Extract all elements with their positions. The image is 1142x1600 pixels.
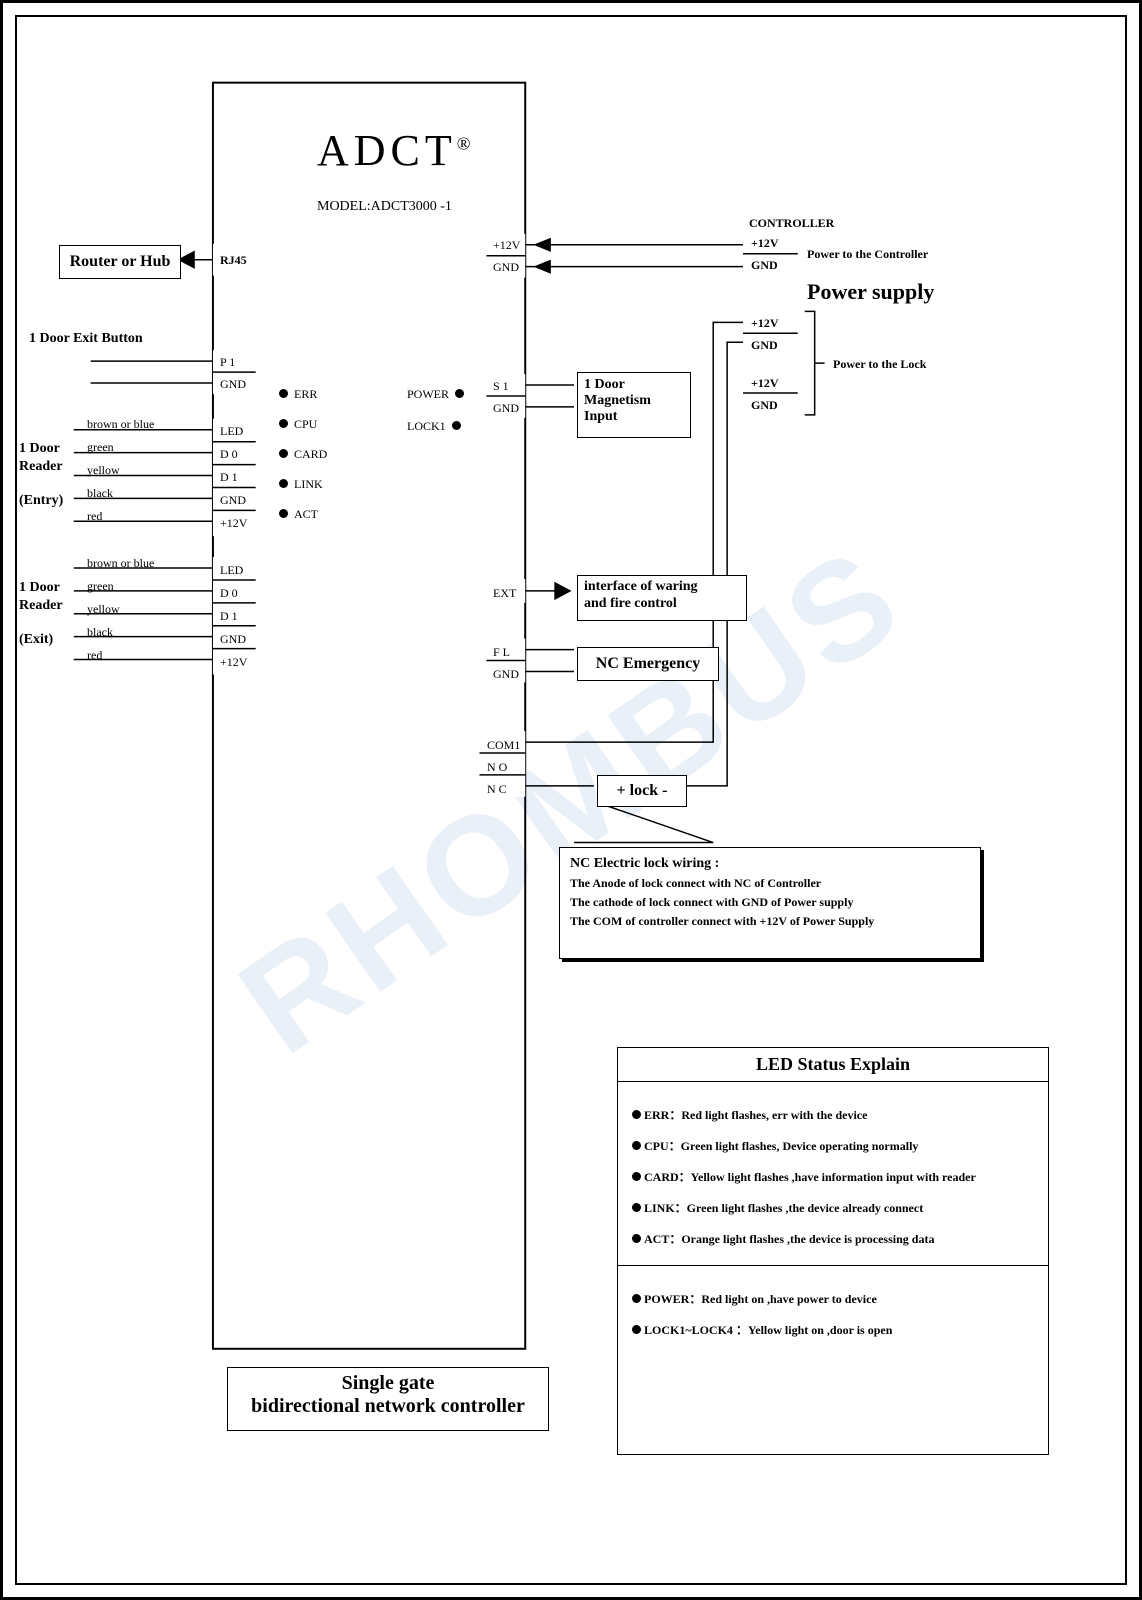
- wire-x5: red: [87, 648, 102, 663]
- rt-com1: COM1: [487, 738, 520, 753]
- wire-x2: green: [87, 579, 114, 594]
- reader-exit-l1: 1 Door: [19, 580, 60, 596]
- led-act: ACT: [279, 507, 318, 522]
- led-power: POWER: [407, 387, 464, 402]
- rt-gnd: GND: [493, 260, 519, 275]
- rt-fl: F L: [493, 645, 510, 660]
- caption-box: Single gatebidirectional network control…: [227, 1367, 549, 1431]
- led-cpu: CPU: [279, 417, 317, 432]
- legend-card: CARD：Yellow light flashes ,have informat…: [632, 1168, 1034, 1185]
- power-to-controller: Power to the Controller: [807, 247, 928, 262]
- rt-no: N O: [487, 760, 507, 775]
- nc-emergency-box: NC Emergency: [577, 647, 719, 681]
- exit-button-label: 1 Door Exit Button: [29, 331, 143, 347]
- pin-12v-e: +12V: [220, 516, 247, 531]
- nc-wiring-note: NC Electric lock wiring : The Anode of l…: [559, 847, 981, 959]
- rt-ext: EXT: [493, 586, 516, 601]
- wire-e5: red: [87, 509, 102, 524]
- pin-12v-x: +12V: [220, 655, 247, 670]
- rt-s1: S 1: [493, 379, 509, 394]
- inner-frame: RHOMBUS: [15, 15, 1127, 1585]
- led-card: CARD: [279, 447, 327, 462]
- led-link: LINK: [279, 477, 323, 492]
- rj45-label: RJ45: [220, 253, 247, 268]
- psu-c-12v: +12V: [751, 236, 779, 251]
- magnetism-box: 1 DoorMagnetismInput: [577, 372, 691, 438]
- legend-act: ACT：Orange light flashes ,the device is …: [632, 1230, 1034, 1247]
- rt-flgnd: GND: [493, 667, 519, 682]
- power-to-lock: Power to the Lock: [833, 357, 926, 372]
- rt-12v: +12V: [493, 238, 520, 253]
- legend-title: LED Status Explain: [618, 1048, 1048, 1082]
- brand: ADCT®: [317, 125, 475, 176]
- wire-e1: brown or blue: [87, 417, 154, 432]
- legend-cpu: CPU：Green light flashes, Device operatin…: [632, 1137, 1034, 1154]
- pin-d0-e: D 0: [220, 447, 238, 462]
- wire-x1: brown or blue: [87, 556, 154, 571]
- reader-entry-l1: 1 Door: [19, 441, 60, 457]
- led-err: ERR: [279, 387, 317, 402]
- legend-err: ERR：Red light flashes, err with the devi…: [632, 1106, 1034, 1123]
- psu-l1-gnd: GND: [751, 338, 778, 353]
- watermark: RHOMBUS: [211, 514, 931, 1086]
- legend-lock: LOCK1~LOCK4 ：Yellow light on ,door is op…: [632, 1321, 1034, 1338]
- legend-box: LED Status Explain ERR：Red light flashes…: [617, 1047, 1049, 1455]
- model-label: MODEL:ADCT3000 -1: [317, 199, 452, 215]
- wiring-diagram: RHOMBUS: [0, 0, 1142, 1600]
- pin-gnd-1: GND: [220, 377, 246, 392]
- pin-gnd-x: GND: [220, 632, 246, 647]
- legend-power: POWER：Red light on ,have power to device: [632, 1290, 1034, 1307]
- wire-x3: yellow: [87, 602, 120, 617]
- wire-e3: yellow: [87, 463, 120, 478]
- power-supply-label: Power supply: [807, 279, 934, 305]
- legend-link: LINK：Green light flashes ,the device alr…: [632, 1199, 1034, 1216]
- wire-e2: green: [87, 440, 114, 455]
- rt-s1gnd: GND: [493, 401, 519, 416]
- led-lock1: LOCK1: [407, 419, 461, 434]
- pin-d1-e: D 1: [220, 470, 238, 485]
- controller-label: CONTROLLER: [749, 216, 834, 231]
- psu-l2-gnd: GND: [751, 398, 778, 413]
- lock-box: + lock -: [597, 775, 687, 807]
- pin-d1-x: D 1: [220, 609, 238, 624]
- router-hub-box: Router or Hub: [59, 245, 181, 279]
- waring-box: interface of waringand fire control: [577, 575, 747, 621]
- psu-l1-12v: +12V: [751, 316, 779, 331]
- reader-exit-sub: (Exit): [19, 632, 53, 648]
- pin-led-e: LED: [220, 424, 243, 439]
- reader-entry-l2: Reader: [19, 459, 63, 475]
- pin-gnd-e: GND: [220, 493, 246, 508]
- reader-exit-l2: Reader: [19, 598, 63, 614]
- pin-d0-x: D 0: [220, 586, 238, 601]
- wire-x4: black: [87, 625, 113, 640]
- wire-e4: black: [87, 486, 113, 501]
- reader-entry-sub: (Entry): [19, 493, 63, 509]
- pin-led-x: LED: [220, 563, 243, 578]
- rt-nc: N C: [487, 782, 507, 797]
- pin-p1: P 1: [220, 355, 235, 370]
- psu-c-gnd: GND: [751, 258, 778, 273]
- psu-l2-12v: +12V: [751, 376, 779, 391]
